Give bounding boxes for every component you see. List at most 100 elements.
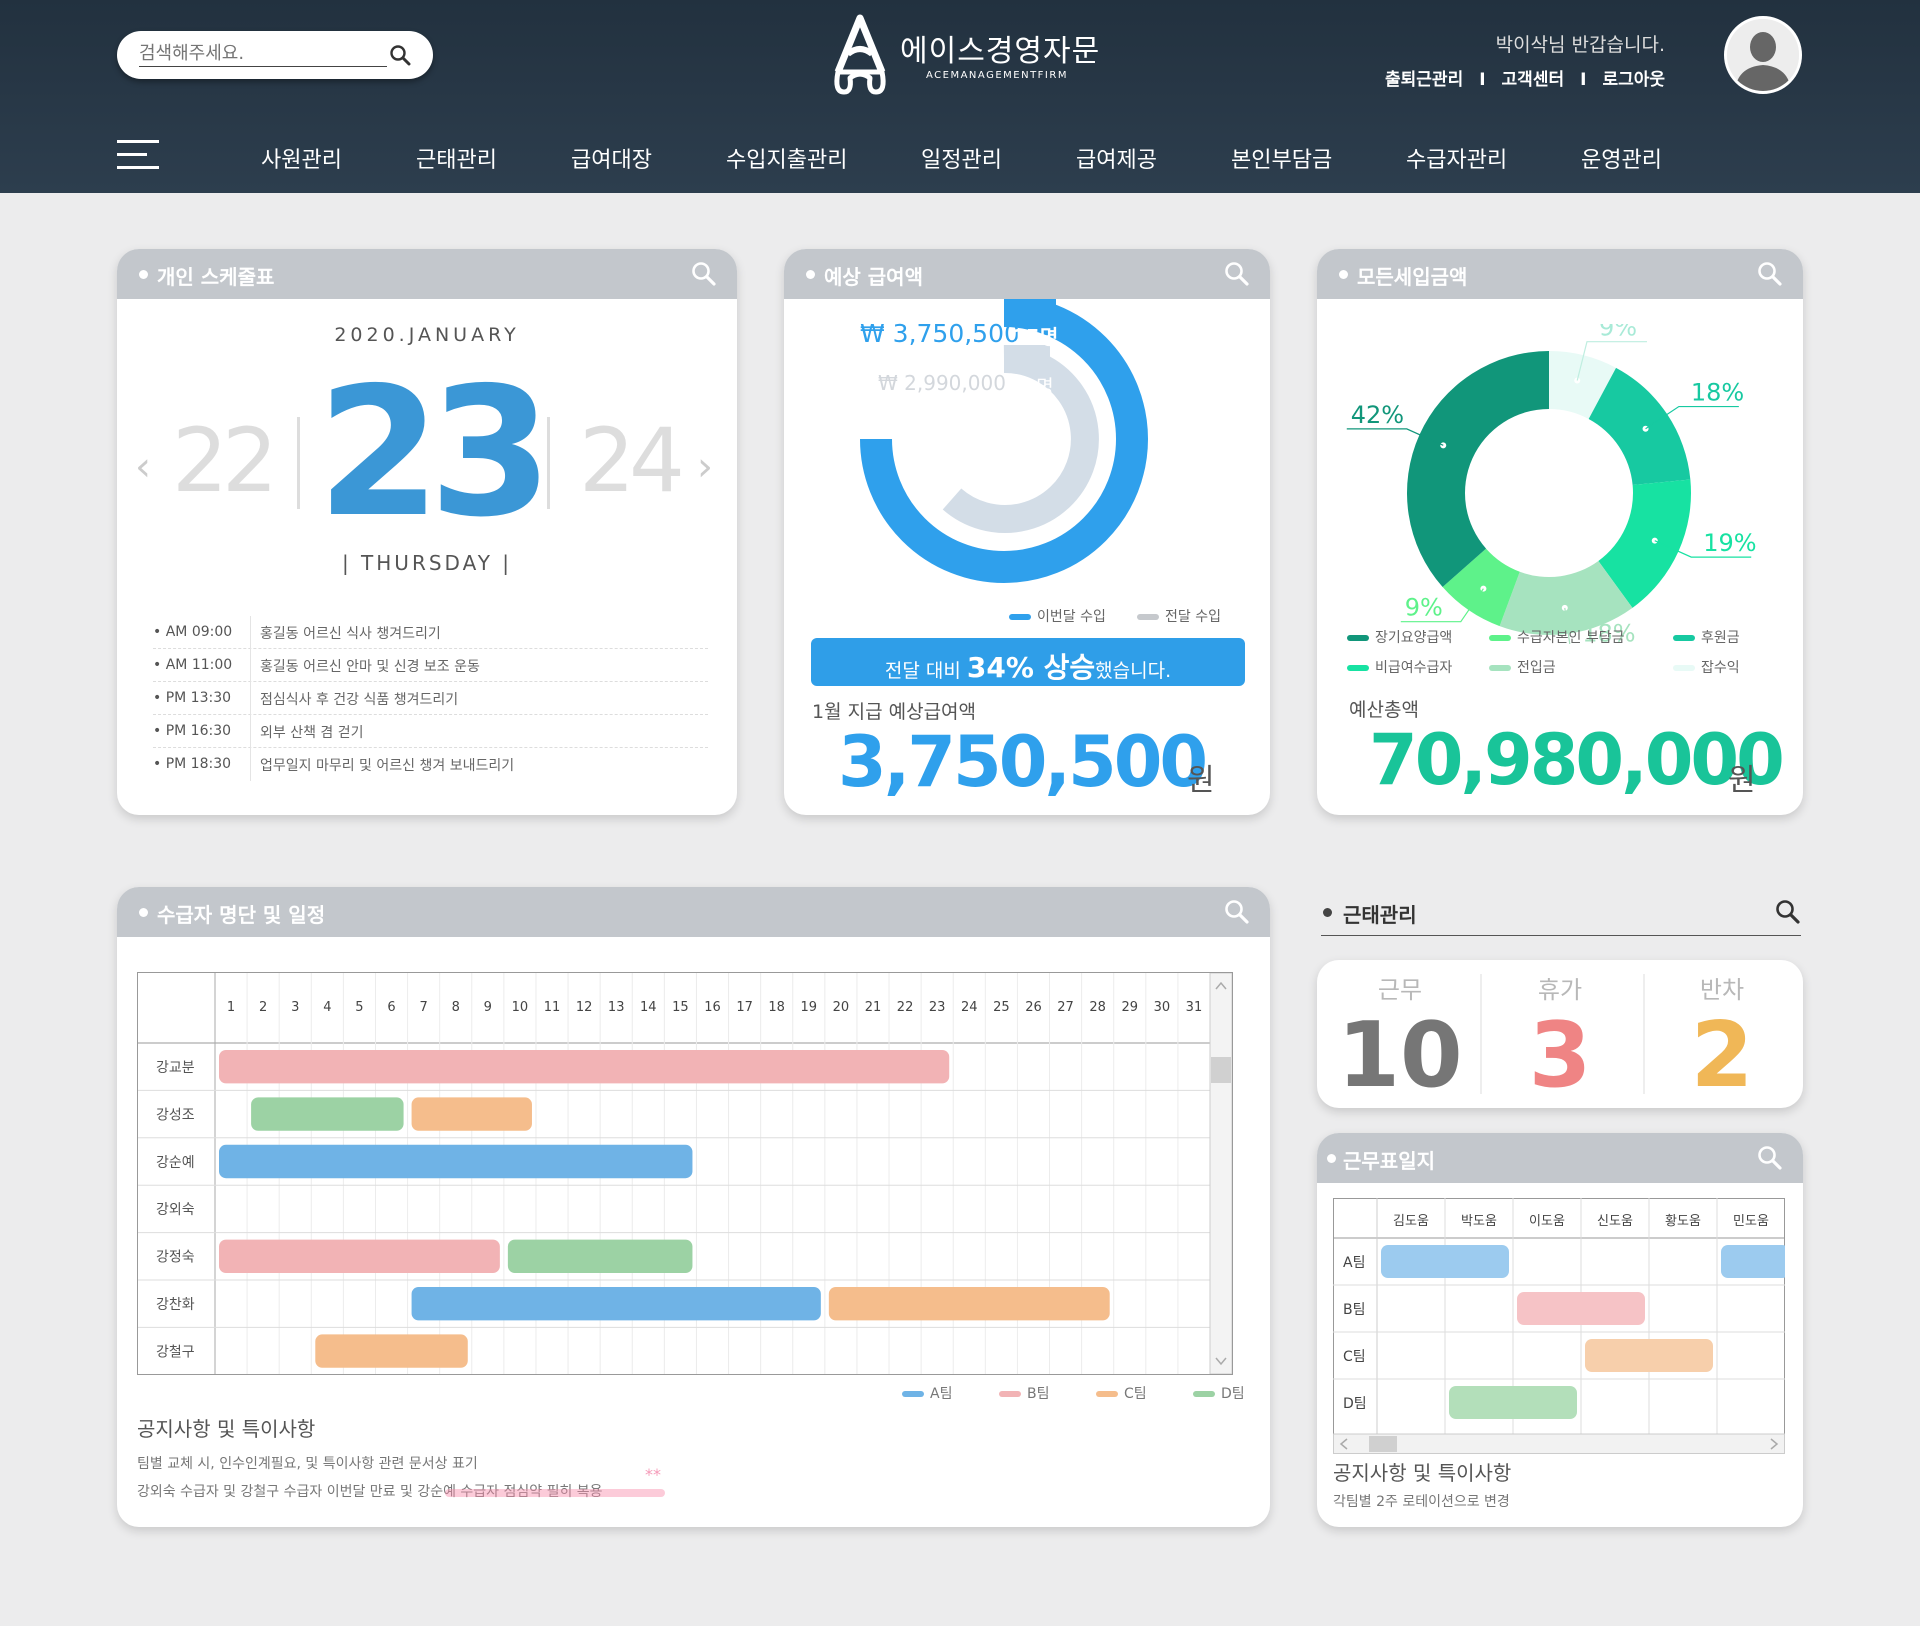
avatar[interactable] [1724, 16, 1802, 94]
gantt-bar[interactable] [219, 1144, 693, 1179]
day-header: 15 [672, 1000, 689, 1015]
prev-day[interactable]: 22 [172, 409, 278, 512]
nav-schedule[interactable]: 일정관리 [921, 142, 1002, 174]
nav-recipient[interactable]: 수급자관리 [1406, 142, 1507, 174]
search-icon[interactable] [1775, 899, 1801, 929]
day-header: 25 [993, 1000, 1010, 1015]
row-name[interactable]: 강성조 [156, 1107, 195, 1123]
search-icon[interactable] [1757, 261, 1783, 291]
menu-icon[interactable] [117, 140, 159, 170]
gantt-bar[interactable] [411, 1287, 821, 1321]
scrollbar-track[interactable] [1209, 972, 1233, 1375]
current-people: 15명 [1012, 325, 1059, 349]
row-name[interactable]: 강교분 [156, 1060, 195, 1076]
link-customer-center[interactable]: 고객센터 [1502, 70, 1565, 90]
day-header: 23 [929, 1000, 946, 1015]
day-header: 3 [291, 1000, 299, 1015]
gantt-bar[interactable] [507, 1239, 693, 1273]
notice-line: 각팀별 2주 로테이션으로 변경 [1333, 1494, 1510, 1510]
roster-bar[interactable] [1381, 1245, 1509, 1278]
day-header: 19 [801, 1000, 818, 1015]
nav-payroll-ledger[interactable]: 급여대장 [571, 142, 652, 174]
gantt-bar[interactable] [219, 1239, 500, 1273]
gantt-bar[interactable] [251, 1097, 404, 1131]
row-name[interactable]: 강순예 [156, 1155, 195, 1171]
day-header: 30 [1154, 1000, 1171, 1015]
card-header: 예상 급여액 [784, 249, 1270, 299]
brand-logo[interactable]: 에이스경영자문 ACEMANAGEMENTFIRM [830, 14, 1099, 100]
roster-card: 근무표일지 김도움 박도움 이도움 신도움 황도움 민도움 A팀 B팀 C팀 D팀 공지사항 및 … [1317, 1133, 1803, 1527]
list-item[interactable]: • PM 13:30 점심식사 후 건강 식품 챙겨드리기 [153, 682, 708, 715]
gantt-bar[interactable] [315, 1334, 468, 1368]
nav-employee[interactable]: 사원관리 [261, 142, 342, 174]
list-item[interactable]: • PM 18:30 업무일지 마무리 및 어르신 챙겨 보내드리기 [153, 748, 708, 781]
top-header: 에이스경영자문 ACEMANAGEMENTFIRM 박이삭님 반갑습니다. 출퇴… [0, 0, 1920, 193]
list-item[interactable]: • AM 11:00 홍길동 어르신 안마 및 신경 보조 운동 [153, 649, 708, 682]
row-name[interactable]: 강찬화 [156, 1297, 195, 1313]
revenue-card: 모든세입금액 9% 18% 19% 18% 9% 42% 장기요양급액 비급여수급자 수급자본… [1317, 249, 1803, 815]
gantt-bar[interactable] [219, 1050, 950, 1084]
nav-salary-provision[interactable]: 급여제공 [1076, 142, 1157, 174]
prev-day-arrow-icon[interactable]: ‹ [135, 444, 151, 490]
attendance-half-day[interactable]: 반차 2 [1647, 960, 1797, 1101]
search-icon[interactable] [1224, 899, 1250, 929]
row-name[interactable]: 강외숙 [156, 1202, 195, 1218]
scrollbar-track[interactable] [1333, 1433, 1785, 1454]
day-header: 18 [768, 1000, 785, 1015]
next-day-arrow-icon[interactable]: › [697, 444, 713, 490]
current-amount: ₩ 3,750,500 [860, 319, 1020, 348]
nav-self-pay[interactable]: 본인부담금 [1231, 142, 1332, 174]
search-icon[interactable] [1757, 1145, 1783, 1175]
slice-label: 19% [1703, 529, 1756, 557]
day-header: 6 [387, 1000, 395, 1015]
list-item[interactable]: • AM 09:00 홍길동 어르신 식사 챙겨드리기 [153, 616, 708, 649]
roster-bar[interactable] [1449, 1386, 1577, 1419]
link-commute[interactable]: 출퇴근관리 [1385, 70, 1463, 90]
search-box[interactable] [117, 31, 433, 79]
row-name[interactable]: 강철구 [156, 1344, 195, 1360]
expected-salary-value: 3,750,500 [838, 721, 1208, 803]
attendance-header: 근태관리 [1317, 887, 1803, 937]
list-item[interactable]: • PM 16:30 외부 산책 겸 걷기 [153, 715, 708, 748]
scrollbar-thumb[interactable] [1211, 1057, 1231, 1083]
card-header: 수급자 명단 및 일정 [117, 887, 1270, 937]
card-header: 모든세입금액 [1317, 249, 1803, 299]
day-header: 27 [1057, 1000, 1074, 1015]
search-input[interactable] [139, 41, 387, 67]
nav-attendance[interactable]: 근태관리 [416, 142, 497, 174]
roster-bar[interactable] [1517, 1292, 1645, 1325]
gantt-bar[interactable] [828, 1287, 1110, 1321]
budget-value: 70,980,000 [1369, 719, 1785, 801]
attendance-vacation[interactable]: 휴가 3 [1485, 960, 1635, 1101]
day-header: 22 [897, 1000, 914, 1015]
search-icon[interactable] [1224, 261, 1250, 291]
card-header: 근무표일지 [1317, 1133, 1803, 1183]
scrollbar-thumb[interactable] [1369, 1436, 1397, 1452]
roster-bar[interactable] [1721, 1245, 1785, 1278]
budget-label: 예산총액 [1349, 699, 1419, 721]
day-header: 11 [544, 1000, 561, 1015]
donut-slice-0[interactable] [1407, 351, 1549, 588]
legend-item: C팀 [1096, 1383, 1147, 1403]
slice-label: 9% [1405, 594, 1443, 622]
row-name[interactable]: 강정숙 [156, 1250, 195, 1266]
gantt-bar[interactable] [411, 1097, 532, 1131]
day-header: 21 [865, 1000, 882, 1015]
legend-item: 장기요양급액 [1347, 627, 1452, 647]
day-header: 17 [736, 1000, 753, 1015]
nav-operations[interactable]: 운영관리 [1581, 142, 1662, 174]
row-name: A팀 [1343, 1255, 1365, 1271]
day-header: 24 [961, 1000, 978, 1015]
roster-bar[interactable] [1585, 1339, 1713, 1372]
day-header: 13 [608, 1000, 625, 1015]
link-separator: I [1479, 70, 1486, 90]
search-icon[interactable] [691, 261, 717, 291]
link-logout[interactable]: 로그아웃 [1602, 70, 1665, 90]
attendance-work[interactable]: 근무 10 [1325, 960, 1475, 1101]
highlight-mark [445, 1489, 665, 1497]
gantt-grid: 1 2 3 4 5 6 7 8 9 10 11 12 13 14 15 16 17 18 19 20 21 22 23 24 2… [138, 972, 1233, 1375]
search-icon[interactable] [389, 44, 411, 70]
nav-income-expense[interactable]: 수입지출관리 [726, 142, 847, 174]
next-day[interactable]: 24 [579, 409, 685, 512]
greeting-text: 박이삭님 반갑습니다. [1495, 34, 1665, 56]
